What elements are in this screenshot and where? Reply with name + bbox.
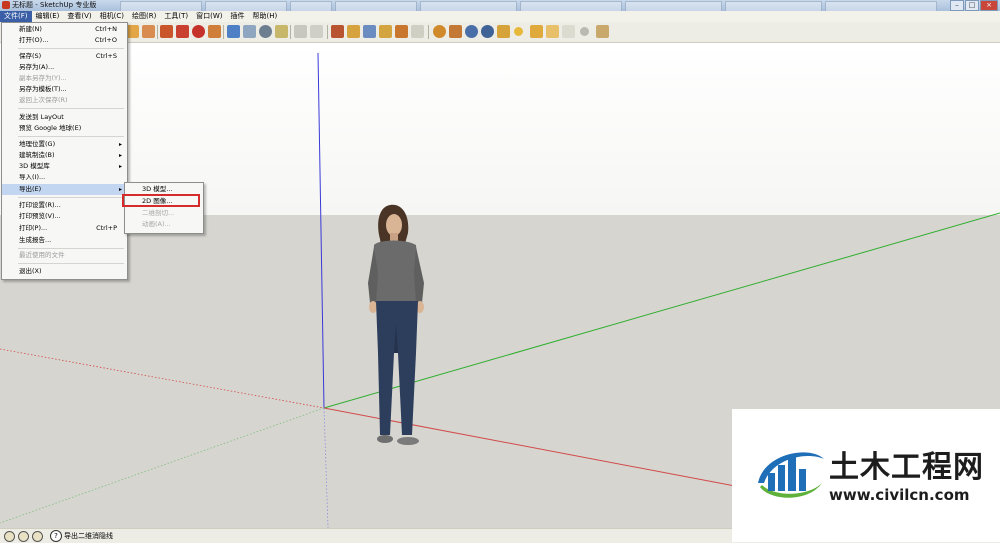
rotate-icon[interactable] [192,25,205,38]
submenu-arrow-icon: ▸ [118,163,122,170]
main-toolbar [0,22,1000,43]
maximize-icon[interactable]: □ [965,0,979,11]
menu-item-recent-files: 最近使用的文件 [19,251,65,259]
position-camera-icon[interactable] [310,25,323,38]
menu-separator [18,248,124,249]
menu-item-save-as[interactable]: 另存为(A)... [2,62,127,73]
look-around-icon[interactable] [347,25,360,38]
menu-item-geo-location[interactable]: 地理位置(G) ▸ [2,139,127,150]
export-submenu: 3D 模型... 2D 图像... 二维剖切... 动画(A)... [124,182,204,234]
match-photo-icon[interactable] [562,25,575,38]
style-icon[interactable] [580,27,589,36]
watermark-title: 土木工程网 [829,450,984,485]
menu-file[interactable]: 文件(F) [0,11,32,22]
watermark-url: www.civilcn.com [829,486,970,504]
red-axis-dotted [0,348,325,409]
help-icon[interactable]: ? [50,530,62,542]
user-icon[interactable] [32,531,43,542]
menu-item-exit[interactable]: 退出(X) [2,266,127,277]
menu-window[interactable]: 窗口(W) [192,11,226,22]
green-axis-dotted [0,407,325,524]
section-plane-icon[interactable] [363,25,376,38]
sandbox-icon[interactable] [514,27,523,36]
toolbar-separator [428,25,429,39]
window-controls: – □ × [950,0,998,11]
orbit-icon[interactable] [227,25,240,38]
submenu-arrow-icon: ▸ [118,141,122,148]
menu-separator [18,48,124,49]
submenu-arrow-icon: ▸ [118,152,122,159]
zoom-icon[interactable] [259,25,272,38]
toolbar-separator [157,25,158,39]
fog-icon[interactable] [546,25,559,38]
shadow-icon[interactable] [530,25,543,38]
component-icon[interactable] [379,25,392,38]
get-current-view-icon[interactable] [449,25,462,38]
menu-item-save-copy-as: 副本另存为(Y)... [19,74,67,82]
menu-item-revert: 返回上次保存(R) [19,96,68,104]
menu-item-generate-report[interactable]: 生成报告... [2,235,127,246]
menu-camera[interactable]: 相机(C) [96,11,128,22]
submenu-item-animation: 动画(A)... [142,220,171,228]
outliner-icon[interactable] [596,25,609,38]
menu-item-send-to-layout[interactable]: 发送到 LayOut [2,112,127,123]
menu-item-print-preview[interactable]: 打印预览(V)... [2,211,127,222]
menu-item-new[interactable]: 新建(N) Ctrl+N [2,24,127,35]
close-icon[interactable]: × [980,0,998,11]
menu-item-export[interactable]: 导出(E) ▸ [2,184,127,195]
blue-axis-dotted [323,407,329,528]
menu-help[interactable]: 帮助(H) [248,11,281,22]
followme-icon[interactable] [208,25,221,38]
menu-item-print[interactable]: 打印(P)... Ctrl+P [2,223,127,234]
google-earth-icon[interactable] [433,25,446,38]
walk-icon[interactable] [331,25,344,38]
menu-separator [18,263,124,264]
menu-plugins[interactable]: 插件 [226,11,248,22]
status-message: 导出二维消隐线 [64,532,113,540]
eraser-icon[interactable] [142,25,155,38]
menu-item-open[interactable]: 打开(O)... Ctrl+O [2,35,127,46]
toolbar-separator [327,25,328,39]
geolocation-icon[interactable] [4,531,15,542]
menu-edit[interactable]: 编辑(E) [32,11,64,22]
pan-icon[interactable] [243,25,256,38]
toggle-terrain-icon[interactable] [465,25,478,38]
sketchup-app-icon [2,1,10,9]
menu-item-print-setup[interactable]: 打印设置(R)... [2,200,127,211]
window-title: 无标题 - SketchUp 专业版 [12,1,97,9]
minimize-icon[interactable]: – [950,0,964,11]
menu-separator [18,136,124,137]
place-model-icon[interactable] [481,25,494,38]
menu-item-building-maker[interactable]: 建筑制造(B) ▸ [2,150,127,161]
menu-item-save-as-template[interactable]: 另存为模板(T)... [2,84,127,95]
menu-tools[interactable]: 工具(T) [160,11,192,22]
3d-warehouse-icon[interactable] [395,25,408,38]
submenu-item-section-slice: 二维剖切... [142,209,175,217]
watermark: 土木工程网 www.civilcn.com [732,409,1000,542]
get-models-icon[interactable] [497,25,510,38]
menu-item-import[interactable]: 导入(I)... [2,172,127,183]
toolbar-separator [223,25,224,39]
highlight-box [122,194,200,207]
menu-item-3d-warehouse[interactable]: 3D 模型库 ▸ [2,161,127,172]
file-menu-dropdown: 新建(N) Ctrl+N 打开(O)... Ctrl+O 保存(S) Ctrl+… [1,22,128,280]
toolbar-separator [290,25,291,39]
watermark-logo-icon [758,452,824,498]
menu-item-save[interactable]: 保存(S) Ctrl+S [2,51,127,62]
menu-separator [18,108,124,109]
share-model-icon[interactable] [411,25,424,38]
pushpull-icon[interactable] [176,25,189,38]
move-icon[interactable] [160,25,173,38]
person-figure [368,204,424,445]
blue-axis-line [317,52,325,409]
credits-icon[interactable] [18,531,29,542]
menu-view[interactable]: 查看(V) [63,11,95,22]
menu-item-preview-google-earth[interactable]: 预览 Google 地球(E) [2,123,127,134]
menu-draw[interactable]: 绘图(R) [128,11,160,22]
menu-separator [18,197,124,198]
zoom-extents-icon[interactable] [294,25,307,38]
zoom-window-icon[interactable] [275,25,288,38]
